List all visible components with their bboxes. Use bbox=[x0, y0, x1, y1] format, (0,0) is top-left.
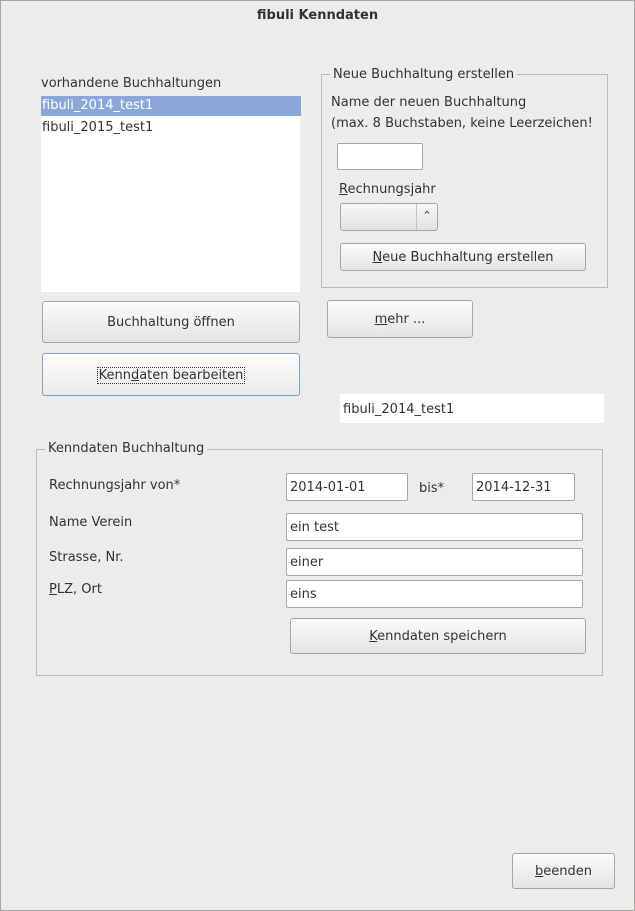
current-bookkeeping-name: fibuli_2014_test1 bbox=[340, 394, 604, 423]
street-label: Strasse, Nr. bbox=[49, 550, 124, 565]
year-from-label: Rechnungsjahr von* bbox=[49, 478, 181, 493]
quit-button[interactable]: beenden bbox=[512, 853, 615, 889]
city-input[interactable]: eins bbox=[286, 580, 583, 608]
year-to-label: bis* bbox=[419, 481, 445, 496]
updown-chevron-icon: ⌃ bbox=[416, 204, 437, 230]
window-title: fibuli Kenndaten bbox=[256, 8, 379, 23]
list-item[interactable]: fibuli_2014_test1 bbox=[41, 96, 301, 116]
create-button-mnemonic: N bbox=[372, 250, 383, 265]
new-name-hint-2: (max. 8 Buchstaben, keine Leerzeichen! bbox=[331, 116, 593, 131]
list-item[interactable]: fibuli_2015_test1 bbox=[41, 118, 301, 138]
save-details-button[interactable]: Kenndaten speichern bbox=[290, 618, 586, 654]
create-button-text: eue Buchhaltung erstellen bbox=[382, 250, 554, 265]
existing-list-label: vorhandene Buchhaltungen bbox=[41, 76, 222, 91]
club-name-label: Name Verein bbox=[49, 515, 133, 530]
more-button-text: ehr ... bbox=[387, 312, 426, 327]
create-bookkeeping-button[interactable]: Neue Buchhaltung erstellen bbox=[340, 243, 586, 271]
edit-button-post: aten bearbeiten bbox=[139, 368, 244, 383]
year-from-input[interactable]: 2014-01-01 bbox=[286, 473, 408, 501]
save-button-text: enndaten speichern bbox=[377, 629, 507, 644]
year-to-input[interactable]: 2014-12-31 bbox=[472, 473, 575, 501]
open-bookkeeping-button[interactable]: Buchhaltung öffnen bbox=[42, 301, 300, 343]
save-button-mnemonic: K bbox=[369, 629, 378, 644]
city-label-text: LZ, Ort bbox=[56, 582, 102, 597]
existing-bookkeeping-list[interactable]: fibuli_2014_test1 fibuli_2015_test1 bbox=[41, 96, 301, 292]
details-legend: Kenndaten Buchhaltung bbox=[45, 441, 208, 456]
year-select[interactable]: ⌃ bbox=[340, 203, 438, 231]
club-name-input[interactable]: ein test bbox=[286, 513, 583, 541]
edit-details-button[interactable]: Kenndaten bearbeiten bbox=[42, 353, 300, 396]
edit-button-mnemonic: d bbox=[130, 368, 140, 383]
more-button[interactable]: mehr ... bbox=[327, 300, 473, 338]
city-label: PLZ, Ort bbox=[49, 582, 102, 597]
year-label: Rechnungsjahr bbox=[339, 182, 436, 197]
new-bookkeeping-legend: Neue Buchhaltung erstellen bbox=[330, 67, 518, 82]
city-label-mnemonic: P bbox=[49, 582, 57, 597]
edit-button-pre: Kenn bbox=[98, 368, 131, 383]
edit-details-focus: Kenndaten bearbeiten bbox=[96, 367, 246, 384]
new-name-hint-1: Name der neuen Buchhaltung bbox=[331, 95, 527, 110]
more-button-mnemonic: m bbox=[374, 312, 388, 327]
new-name-input[interactable] bbox=[337, 143, 423, 170]
year-label-text: echnungsjahr bbox=[347, 182, 436, 197]
street-input[interactable]: einer bbox=[286, 548, 583, 576]
quit-button-text: eenden bbox=[543, 864, 592, 879]
